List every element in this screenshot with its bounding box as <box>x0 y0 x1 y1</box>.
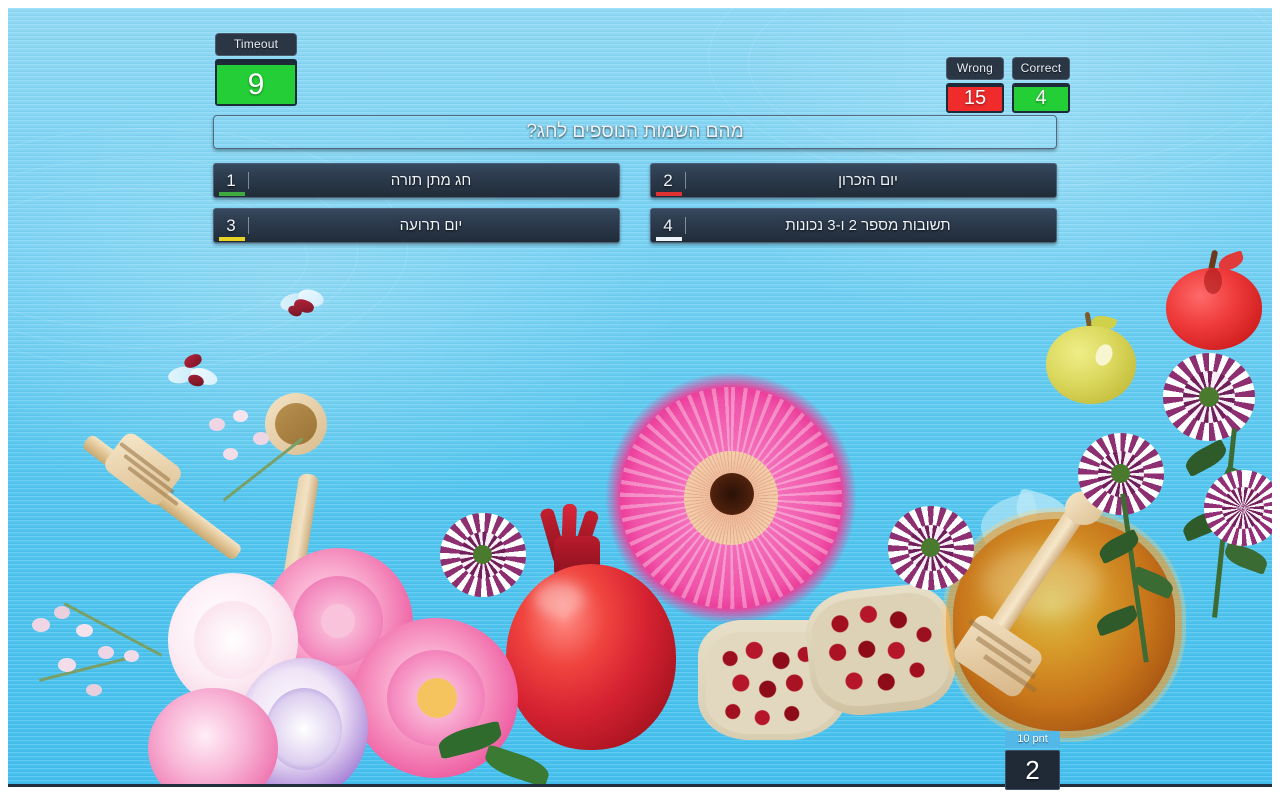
timeout-value: 9 <box>215 59 297 106</box>
answer-text-3: יום תרועה <box>399 217 463 234</box>
honey-dipper-left <box>48 428 378 658</box>
pomegranate-cut <box>698 620 848 750</box>
question-text: מהם השמות הנוספים לחג? <box>526 121 744 142</box>
correct-value: 4 <box>1012 83 1070 113</box>
answer-number-2: 2 <box>651 164 685 197</box>
foliage <box>1094 493 1180 663</box>
pomegranate-whole <box>500 503 680 753</box>
felt-apple-yellow <box>1046 311 1136 404</box>
statice-sprig <box>193 408 323 548</box>
honey-bowl <box>950 487 1178 738</box>
purple-flower <box>238 658 368 784</box>
pink-rose <box>353 618 518 778</box>
correct-label: Correct <box>1012 57 1070 80</box>
answer-grid: 1 חג מתן תורה 2 יום הזכרון 3 יום תרועה 4… <box>213 163 1057 243</box>
bee-decoration <box>166 352 224 395</box>
points-value: 2 <box>1005 750 1060 790</box>
wrong-label: Wrong <box>946 57 1004 80</box>
answer-number-1: 1 <box>214 164 248 197</box>
correct-counter: Correct 4 <box>1012 57 1070 113</box>
pink-rose <box>263 548 413 698</box>
score-panel: Wrong 15 Correct 4 <box>946 57 1070 113</box>
timeout-label: Timeout <box>215 33 297 56</box>
pomegranate-cut <box>801 580 960 725</box>
statice-sprig <box>28 588 188 738</box>
answer-option-1[interactable]: 1 חג מתן תורה <box>213 163 620 198</box>
wrong-value: 15 <box>946 83 1004 113</box>
points-label: 10 pnt <box>1005 731 1060 748</box>
answer-number-4: 4 <box>651 209 685 242</box>
timeout-widget: Timeout 9 <box>215 33 297 106</box>
question-bar: מהם השמות הנוספים לחג? <box>213 115 1057 149</box>
points-widget: 10 pnt 2 <box>1005 731 1060 790</box>
answer-option-2[interactable]: 2 יום הזכרון <box>650 163 1057 198</box>
carnation-flower <box>1163 353 1255 441</box>
gerbera-flower <box>606 373 856 628</box>
felt-apple-red <box>1166 249 1262 350</box>
answer-text-1: חג מתן תורה <box>390 172 472 189</box>
answer-text-4: תשובות מספר 2 ו-3 נכונות <box>785 217 951 234</box>
carnation-flower <box>888 506 974 590</box>
foliage <box>1179 428 1272 618</box>
answer-text-2: יום הזכרון <box>838 172 898 189</box>
chrysanthemum <box>1204 470 1272 546</box>
answer-number-3: 3 <box>214 209 248 242</box>
answer-option-3[interactable]: 3 יום תרועה <box>213 208 620 243</box>
wrong-counter: Wrong 15 <box>946 57 1004 113</box>
bee-decoration <box>278 286 330 326</box>
answer-option-4[interactable]: 4 תשובות מספר 2 ו-3 נכונות <box>650 208 1057 243</box>
carnation-flower <box>440 513 526 597</box>
white-rose <box>168 573 298 708</box>
carnation-flower <box>1078 433 1164 515</box>
pink-rose <box>148 688 278 784</box>
app-window: Timeout 9 Wrong 15 Correct 4 מהם השמות ה… <box>0 0 1280 800</box>
foliage <box>436 708 558 784</box>
wooden-spoon <box>263 393 383 663</box>
